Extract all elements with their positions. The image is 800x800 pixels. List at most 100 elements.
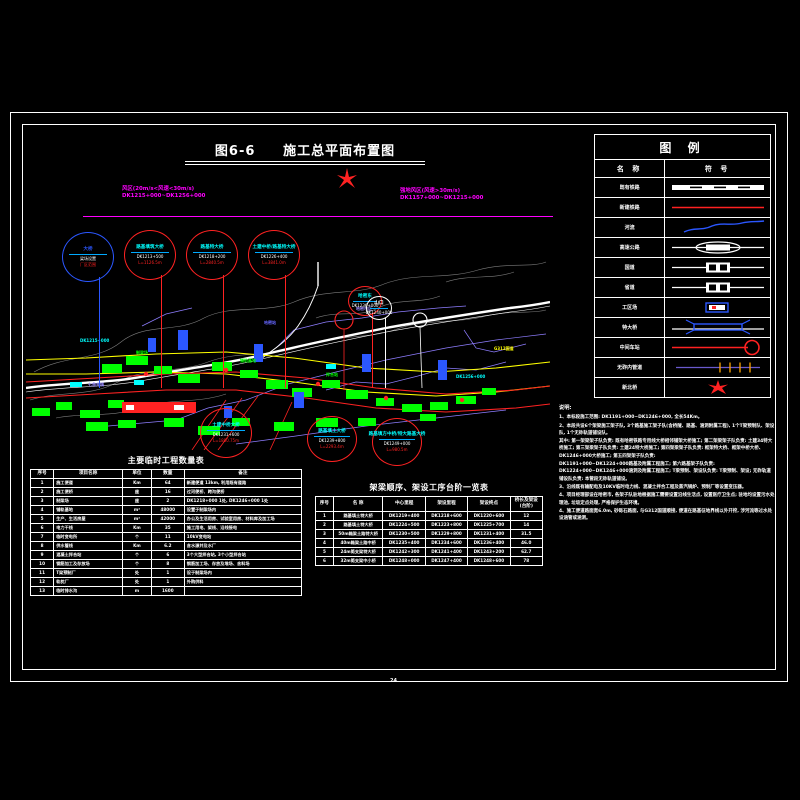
callout-daqiao: 大桥 梁场设置 厂区范围 — [62, 232, 114, 282]
table-header-cell: 备注 — [183, 469, 303, 479]
cad-drawing-sheet: 图6-6 施工总平面布置图 风区(20m/s<风速<30m/s) DK1215+… — [0, 0, 800, 800]
callout-body: DK1249+000 L=980.5m — [384, 441, 411, 452]
table-cell: DK1247+400 — [424, 556, 469, 566]
table-cell: DK1231+400 — [467, 529, 511, 539]
notes-block: 说明: 1、本标段施工范围: DK1191+000~DK1246+000, 全长… — [559, 405, 775, 523]
wind-zone-label-left: 风区(20m/s<风速<30m/s) DK1215+000~DK1256+000 — [122, 186, 205, 200]
table-row: 2 施工便桥座 16 过河便桥、跨沟便桥 — [29, 487, 303, 497]
table-row: 1 路基填土特大桥 DK1219+400 DK1218+600 DK1220+600 12 — [315, 511, 544, 521]
table-cell: 5 — [315, 547, 334, 557]
callout-heading: 土建中桥/路基特大桥 — [252, 245, 296, 251]
table-cell: DK1223+800 — [424, 520, 469, 530]
table-cell: Km — [122, 478, 152, 488]
wind-zone-label-right: 强地风区(风速>30m/s) DK1157+000~DK1215+000 — [400, 188, 483, 202]
drawing-title: 图6-6 施工总平面布置图 — [185, 140, 425, 165]
callout-body: DK1231+600 L=1880.75m — [213, 432, 240, 443]
legend-table: 图 例 名 称 符 号 既有铁路 新建铁路 河流 高速公路 国道 省道 工区场 … — [593, 134, 771, 398]
table-header-cell: 单位 — [122, 469, 152, 479]
table-cell: 临时变电所 — [53, 532, 124, 542]
callout-leader-line — [384, 317, 386, 388]
table-cell: 32m简支梁中小桥 — [332, 556, 384, 566]
table-cell: 路基填土特大桥 — [332, 511, 384, 521]
table-cell: 10 — [29, 559, 55, 569]
callout-body: DK1218+200 L=2840.5m — [199, 254, 226, 265]
legend-row: 中间车站 — [593, 337, 771, 358]
table-cell: 供水管线 — [53, 541, 124, 551]
callout-heading: 山口 — [374, 300, 384, 306]
table-cell: 钢筋加工场、存放及堆场、含料场 — [183, 559, 303, 569]
legend-row-name: 特大桥 — [593, 317, 666, 338]
callout-body-line2: L=2840.5m — [200, 259, 224, 265]
table-row: 12 轨枕厂处 1 外购供料 — [29, 577, 303, 587]
table-cell: 5 — [29, 514, 55, 524]
notes-item: 其中: 第一架梁架子队负责: 既有哈密铁路专用线大桥相邻铺架大桥施工; 第二架梁… — [559, 439, 773, 459]
table-row: 5 24m简支梁特大桥 DK1242+300 DK1241+400 DK1243+200… — [315, 547, 544, 557]
legend-row: 高速公路 — [593, 237, 771, 258]
table-row: 2 路基填土特大桥 DK1224+500 DK1223+800 DK1225+700 14 — [315, 520, 544, 530]
notes-items: 1、本标段施工范围: DK1191+000~DK1246+000, 全长54Km… — [559, 414, 775, 522]
table-cell: 31.5 — [509, 529, 544, 539]
table-cell: 16 — [150, 487, 185, 497]
callout-lower-1: 土建中桥大桥 DK1231+600 L=1880.75m — [200, 408, 252, 458]
table-cell: 处 — [122, 577, 152, 587]
legend-row-name: 工区场 — [593, 297, 666, 318]
table-cell: DK1248+000 — [382, 556, 426, 566]
legend-row-name: 高速公路 — [593, 237, 666, 258]
table-cell: 1 — [29, 478, 55, 488]
table-row: 9 混凝土拌合站个 6 3个大型拌合站, 3个小型拌合站 — [29, 550, 303, 560]
table-cell: 座 — [122, 487, 152, 497]
callout-shankou: 山口 DK1240+000 — [366, 296, 392, 320]
callout-divider — [314, 436, 350, 438]
table-erection-sequence-title: 架梁顺序、架设工序台阶一览表 — [369, 483, 489, 492]
table-cell: DK1230+500 — [382, 529, 426, 539]
table-cell: 2 — [29, 487, 55, 497]
callout-body: DK1226+400 L=3841.0m — [261, 254, 288, 265]
legend-row: 特大桥 — [593, 317, 771, 338]
railway-existing-icon — [664, 177, 771, 198]
title-underline-2 — [185, 163, 425, 165]
table-row: 3 制梁场座 2 DK1218+000 1处, DK1246+000 1处 — [29, 496, 303, 506]
table-cell: 3个大型拌合站, 3个小型拌合站 — [183, 550, 303, 560]
table-header-cell: 项目名称 — [53, 469, 124, 479]
legend-row: 省道 — [593, 277, 771, 298]
table-header-cell: 数量 — [150, 469, 185, 479]
callout-body-line2: L=1126.5m — [138, 259, 162, 265]
legend-row-name: 中间车站 — [593, 337, 666, 358]
table-cell: 6 — [29, 523, 55, 533]
table-cell: 施工便道 — [53, 478, 124, 488]
callout-heading: 土建中桥大桥 — [212, 423, 240, 429]
map-label-yard-3: 拌合站 — [326, 372, 338, 377]
table-cell: 8 — [29, 541, 55, 551]
callout-body: DK1213+500 L=1126.5m — [137, 254, 164, 265]
table-cell: DK1220+600 — [467, 511, 511, 521]
table-cell: 个 — [122, 559, 152, 569]
table-cell: DK1234+600 — [424, 538, 469, 548]
callout-body-line1: DK1249+000 — [383, 441, 411, 447]
callout-qiaoliang-1: 路基填筑大桥 DK1213+500 L=1126.5m — [124, 230, 176, 280]
table-cell: 生产、生活房屋 — [53, 514, 124, 524]
map-label-town-1: 哈密站 — [264, 320, 276, 325]
table-row: 13 临时排水沟 m 1600 — [29, 586, 303, 596]
table-cell: m² — [122, 505, 152, 515]
legend-title: 图 例 — [594, 134, 771, 160]
callout-divider — [379, 439, 415, 441]
callout-body-line1: DK1213+500 — [136, 254, 164, 260]
table-cell — [183, 586, 303, 596]
table-temporary-works: 主要临时工程数量表 序号 项目名称 单位 数量 备注 1 施工便道 Km 64 新建便道 13k… — [29, 455, 303, 596]
table-cell: 制梁场 — [53, 496, 124, 506]
table-cell: 6 — [315, 556, 334, 566]
callout-body-line1: DK1218+200 — [198, 254, 226, 260]
table-cell: 2 — [315, 520, 334, 530]
notes-item: 3、沿线既有输配电及10KV临时电力线、混凝土拌合工程及蒸汽锅炉、预制厂等设置变… — [559, 484, 747, 490]
table-cell: 路基填土特大桥 — [332, 520, 384, 530]
legend-row-name: 新北桥 — [593, 377, 666, 398]
table-cell: DK1219+400 — [382, 511, 426, 521]
title-number: 图6-6 — [214, 144, 256, 159]
legend-rows: 既有铁路 新建铁路 河流 高速公路 国道 省道 工区场 特大桥 中间车站 无砟内… — [593, 177, 771, 398]
table-cell: 7 — [29, 532, 55, 542]
callout-leader-line — [223, 275, 225, 388]
table-cell: 11 — [150, 532, 185, 542]
table-cell: T梁预制厂 — [53, 568, 124, 578]
table-row: 11 T梁预制厂处 1 设于制梁场内 — [29, 568, 303, 578]
callout-divider — [255, 252, 293, 254]
